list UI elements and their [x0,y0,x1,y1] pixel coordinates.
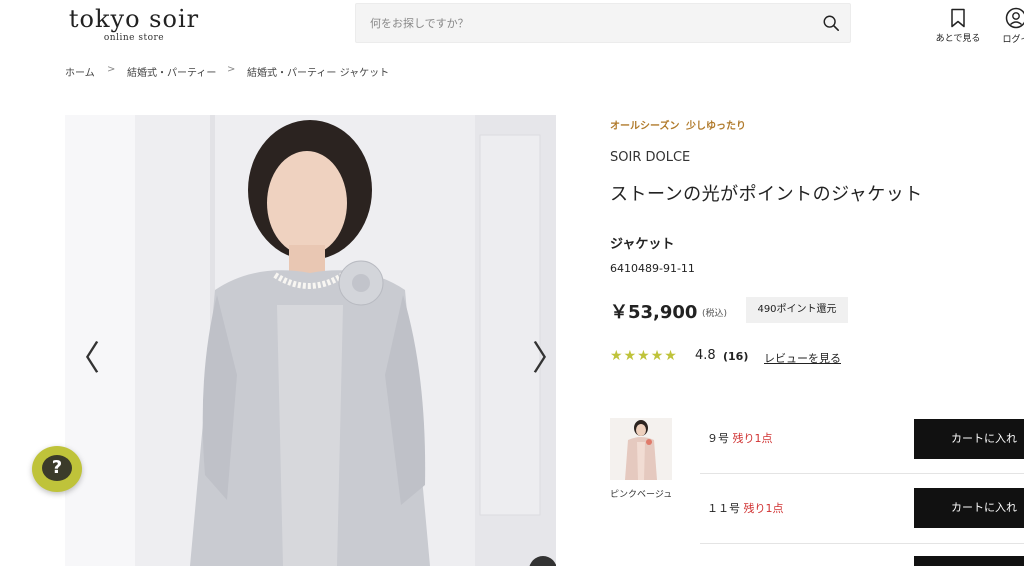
size-row-9: ９号 残り1点 [707,430,773,446]
breadcrumb-separator: > [107,64,116,75]
breadcrumb-item-home[interactable]: ホーム [65,64,95,79]
login-label: ログイ [1002,35,1024,45]
size-row-11: １１号 残り1点 [707,500,784,516]
product-image [65,115,556,566]
points-badge: 490ポイント還元 [746,297,848,323]
star-icon: ★ [637,348,651,364]
brand-name[interactable]: SOIR DOLCE [610,150,690,165]
color-label: ピンクベージュ [610,490,673,500]
star-icon: ★ [610,348,624,364]
product-title: ストーンの光がポイントのジャケット [610,184,923,205]
store-logo[interactable]: tokyo soir online store [64,6,204,43]
search-bar [355,3,851,43]
tax-note: (税込) [702,309,728,319]
rating-stars: ★★★★★ [610,348,678,364]
review-count: (16) [723,350,749,363]
product-price: ￥53,900 [610,302,698,323]
fit-tag: 少しゆったり [686,121,746,132]
star-icon: ★ [623,348,638,364]
chevron-left-icon[interactable]: 〈 [66,342,100,376]
wishlist-label: あとで見る [935,34,981,44]
breadcrumb-item-category[interactable]: 結婚式・パーティー [127,64,216,79]
color-swatch-image[interactable] [610,418,672,480]
help-button[interactable]: ? [32,446,82,492]
stock-status: 残り1点 [743,502,784,515]
help-icon: ? [42,455,72,481]
logo-subtext: online store [103,33,165,43]
chevron-right-icon[interactable]: 〉 [532,342,566,376]
rating-value: 4.8 [695,348,716,363]
logo-text: tokyo soir [68,5,200,33]
add-to-cart-button[interactable]: カートに入れ [914,488,1024,528]
star-icon: ★ [664,348,678,364]
product-code: 6410489-91-11 [610,262,695,275]
breadcrumb-separator: > [227,64,236,75]
stock-status: 残り1点 [732,432,773,445]
product-category: ジャケット [610,237,675,252]
size-label: ９号 [707,432,729,445]
add-to-cart-button[interactable]: カートに入れ [914,419,1024,459]
star-icon: ★ [650,348,665,364]
divider [700,473,1024,474]
login-link[interactable]: ログイ [996,7,1024,45]
view-reviews-link[interactable]: レビューを見る [764,350,841,366]
search-input[interactable] [356,4,810,42]
breadcrumb-item-current: 結婚式・パーティー ジャケット [247,68,390,79]
divider [700,543,1024,544]
search-icon[interactable] [822,14,840,32]
size-label: １１号 [707,502,740,515]
user-icon [1005,7,1024,29]
bookmark-icon [951,8,965,28]
season-tag: オールシーズン [610,121,680,132]
wishlist-link[interactable]: あとで見る [932,8,984,44]
add-to-cart-button-partial[interactable] [914,556,1024,566]
